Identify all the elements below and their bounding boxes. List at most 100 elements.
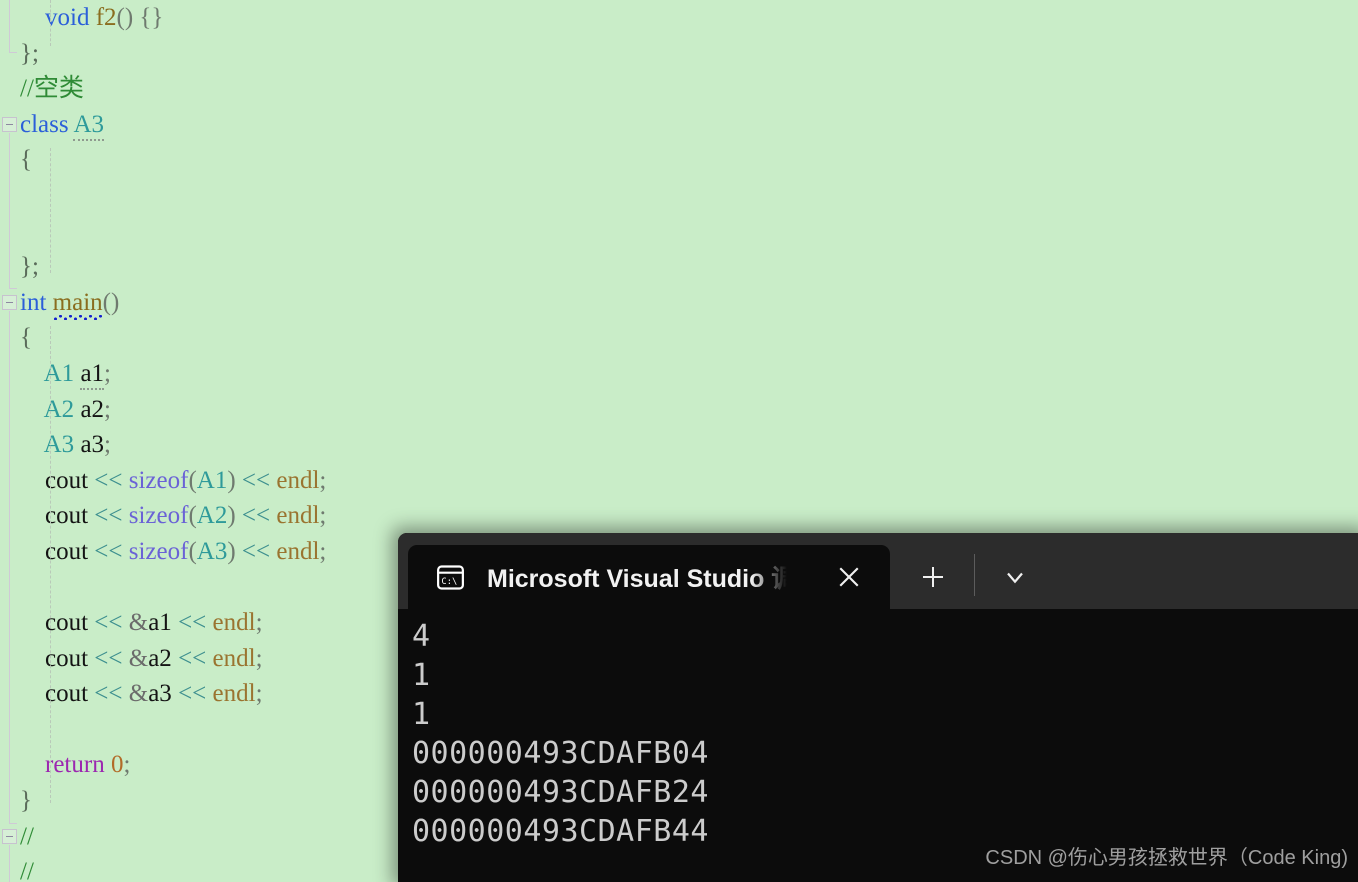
code-token: & <box>128 680 149 708</box>
fold-region-line <box>9 0 10 52</box>
console-output-line: 1 <box>412 697 431 732</box>
console-output-line: 4 <box>412 619 431 654</box>
fold-toggle-class-a3[interactable] <box>2 116 17 132</box>
code-token: << <box>178 644 213 672</box>
code-token: a3 <box>148 680 179 708</box>
code-line[interactable]: cout << sizeof(A1) << endl; <box>0 463 1358 499</box>
code-token: a3 <box>74 431 105 459</box>
code-token: A2 <box>196 502 228 530</box>
code-token: ; <box>104 359 111 387</box>
code-token: ; <box>255 680 263 708</box>
console-output[interactable]: 4 1 1 000000493CDAFB04 000000493CDAFB24 00000… <box>398 609 1358 851</box>
csdn-watermark: CSDN @伤心男孩拯救世界（Code King) <box>985 847 1348 869</box>
code-token: << <box>241 502 277 530</box>
terminal-window[interactable]: C:\ Microsoft Visual Studio 调试控 <box>398 533 1358 882</box>
code-token: ) <box>227 537 242 565</box>
code-token: & <box>128 644 149 672</box>
code-token: main <box>52 288 103 316</box>
code-line[interactable]: A3 a3; <box>0 427 1358 463</box>
code-line[interactable]: }; <box>0 249 1358 285</box>
code-token: endl <box>212 644 256 672</box>
close-icon[interactable] <box>834 562 864 592</box>
fold-region-line <box>9 132 10 288</box>
fold-region-foot <box>9 52 17 53</box>
code-line[interactable]: A2 a2; <box>0 392 1358 428</box>
code-token: << <box>94 502 129 530</box>
code-token: ; <box>123 751 131 779</box>
code-token: () {} <box>116 4 164 31</box>
code-token: ; <box>255 609 263 637</box>
code-token: class <box>20 110 74 138</box>
fold-toggle-comments[interactable] <box>2 828 17 844</box>
code-token: ; <box>319 537 327 565</box>
fold-region-line <box>9 844 10 882</box>
chevron-down-icon[interactable] <box>1001 563 1029 591</box>
code-token: & <box>128 609 149 637</box>
code-token: ; <box>104 431 111 459</box>
indent-guide <box>50 0 51 47</box>
code-token: ) <box>227 466 242 494</box>
code-line[interactable]: //空类 <box>0 71 1358 107</box>
code-token: endl <box>276 502 320 530</box>
code-line[interactable] <box>0 178 1358 214</box>
code-token: endl <box>212 609 256 637</box>
toolbar-divider <box>974 554 975 596</box>
console-cmd-icon: C:\ <box>434 561 467 594</box>
terminal-title-bar[interactable]: C:\ Microsoft Visual Studio 调试控 <box>398 533 1358 609</box>
code-token: int <box>20 288 53 316</box>
code-token: A3 <box>196 537 228 565</box>
code-token: cout <box>45 609 95 637</box>
code-token: { <box>20 146 32 174</box>
code-line[interactable]: cout << sizeof(A2) << endl; <box>0 498 1358 534</box>
code-line[interactable] <box>0 214 1358 250</box>
code-token: ) <box>227 502 242 530</box>
code-line[interactable]: }; <box>0 36 1358 72</box>
new-tab-button[interactable] <box>918 562 948 592</box>
code-token: // <box>20 822 34 850</box>
terminal-tab-active[interactable]: C:\ Microsoft Visual Studio 调试控 <box>408 545 890 609</box>
fold-region-foot <box>9 287 17 289</box>
code-line[interactable]: { <box>0 142 1358 178</box>
code-token: ( <box>188 537 197 565</box>
code-token: f2 <box>95 4 117 31</box>
code-line[interactable]: void f2() {} <box>0 0 1358 36</box>
code-token: << <box>94 680 129 708</box>
code-token: << <box>94 644 129 672</box>
code-token: cout <box>45 644 95 672</box>
code-token: endl <box>276 466 320 494</box>
code-line[interactable]: { <box>0 320 1358 356</box>
code-token: A3 <box>73 110 105 141</box>
code-token: a1 <box>148 609 179 637</box>
code-line[interactable]: int main() <box>0 285 1358 321</box>
code-token: ; <box>104 395 111 423</box>
code-token: A1 <box>43 359 75 387</box>
code-token: ( <box>188 466 197 494</box>
code-token: cout <box>45 502 95 530</box>
code-token: return <box>45 751 111 779</box>
code-token: << <box>94 537 129 565</box>
code-token: << <box>94 609 129 637</box>
code-token: void <box>45 4 96 31</box>
code-line[interactable]: class A3 <box>0 107 1358 143</box>
code-token: ( <box>188 502 197 530</box>
fold-region-foot <box>9 823 17 825</box>
console-output-line: 000000493CDAFB04 <box>412 736 709 771</box>
code-token: cout <box>45 466 95 494</box>
code-line[interactable]: A1 a1; <box>0 356 1358 392</box>
code-token: sizeof <box>128 537 189 565</box>
code-token: ; <box>319 466 327 494</box>
code-token: }; <box>20 39 39 67</box>
code-token: a2 <box>148 644 179 672</box>
code-token: cout <box>45 537 95 565</box>
fold-toggle-main[interactable] <box>2 294 17 310</box>
screenshot-root: void f2() {}};//空类 class A3{}; int main(){… <box>0 0 1358 882</box>
fold-region-line <box>9 310 10 824</box>
